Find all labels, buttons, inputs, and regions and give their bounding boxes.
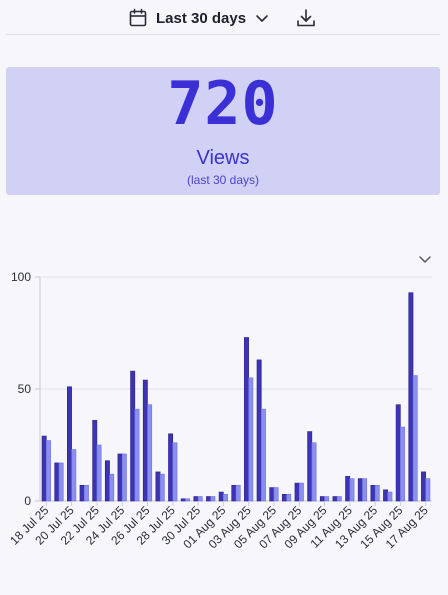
bar[interactable]: [71, 449, 77, 502]
bar[interactable]: [168, 433, 174, 502]
bar[interactable]: [197, 496, 203, 502]
y-tick-label: 50: [18, 382, 32, 396]
bar[interactable]: [185, 498, 191, 502]
bar[interactable]: [336, 496, 342, 502]
bar[interactable]: [286, 493, 292, 502]
download-icon: [297, 9, 315, 27]
bar[interactable]: [370, 485, 376, 502]
bar[interactable]: [223, 493, 228, 502]
bar[interactable]: [41, 435, 47, 502]
bar[interactable]: [425, 478, 431, 502]
bar[interactable]: [58, 462, 64, 502]
bar[interactable]: [83, 485, 89, 502]
calendar-icon: [128, 8, 148, 28]
bar[interactable]: [269, 487, 275, 502]
bar[interactable]: [159, 473, 165, 502]
views-label: Views: [196, 147, 250, 169]
bar[interactable]: [298, 482, 304, 502]
bar[interactable]: [332, 496, 338, 502]
bar[interactable]: [235, 485, 241, 502]
bar[interactable]: [362, 478, 368, 502]
bar[interactable]: [408, 292, 414, 502]
bar[interactable]: [104, 460, 110, 502]
bar[interactable]: [121, 453, 127, 502]
bar[interactable]: [96, 444, 102, 502]
bar[interactable]: [412, 375, 418, 502]
views-bar-chart: 05010018 Jul 2520 Jul 2522 Jul 2524 Jul …: [7, 270, 432, 551]
y-tick-label: 0: [24, 494, 31, 508]
bar[interactable]: [294, 482, 300, 502]
bar[interactable]: [395, 404, 401, 502]
bar[interactable]: [400, 426, 405, 502]
download-button[interactable]: [294, 6, 318, 30]
bar[interactable]: [206, 496, 212, 502]
bar[interactable]: [324, 496, 330, 502]
bar[interactable]: [345, 476, 351, 502]
toolbar-divider: [6, 34, 440, 35]
bar[interactable]: [218, 491, 224, 502]
bar[interactable]: [421, 471, 426, 502]
bar[interactable]: [244, 337, 249, 502]
bar[interactable]: [193, 496, 199, 502]
bar[interactable]: [311, 442, 317, 502]
bar[interactable]: [46, 440, 51, 502]
bar[interactable]: [374, 485, 380, 502]
bar[interactable]: [54, 462, 60, 502]
bar[interactable]: [231, 485, 237, 502]
bar[interactable]: [130, 370, 136, 502]
bar[interactable]: [142, 379, 148, 502]
bar[interactable]: [319, 496, 325, 502]
bar[interactable]: [387, 491, 393, 502]
bar[interactable]: [79, 485, 85, 502]
bar[interactable]: [260, 408, 266, 502]
views-period: (last 30 days): [186, 173, 260, 187]
bar[interactable]: [155, 471, 161, 502]
y-tick-label: 100: [11, 270, 31, 284]
bar[interactable]: [180, 498, 186, 502]
views-stat-card: 720 Views (last 30 days): [6, 67, 440, 195]
bar[interactable]: [307, 431, 313, 502]
bar[interactable]: [134, 408, 140, 502]
views-count: 720: [167, 69, 279, 139]
bar[interactable]: [109, 473, 115, 502]
bar[interactable]: [357, 478, 363, 502]
bar[interactable]: [256, 359, 262, 502]
bar[interactable]: [67, 386, 72, 502]
bar[interactable]: [92, 420, 98, 502]
bar[interactable]: [172, 442, 178, 502]
bar[interactable]: [248, 377, 254, 502]
toolbar: Last 30 days: [0, 0, 448, 36]
date-range-selector[interactable]: Last 30 days: [128, 4, 278, 32]
bar[interactable]: [273, 487, 279, 502]
bar[interactable]: [383, 489, 389, 502]
date-range-label: Last 30 days: [156, 9, 247, 27]
bar[interactable]: [210, 496, 216, 502]
bar[interactable]: [349, 478, 355, 502]
chevron-down-icon: [254, 10, 270, 26]
bar[interactable]: [281, 493, 287, 502]
bar[interactable]: [117, 453, 123, 502]
bar[interactable]: [147, 404, 153, 502]
